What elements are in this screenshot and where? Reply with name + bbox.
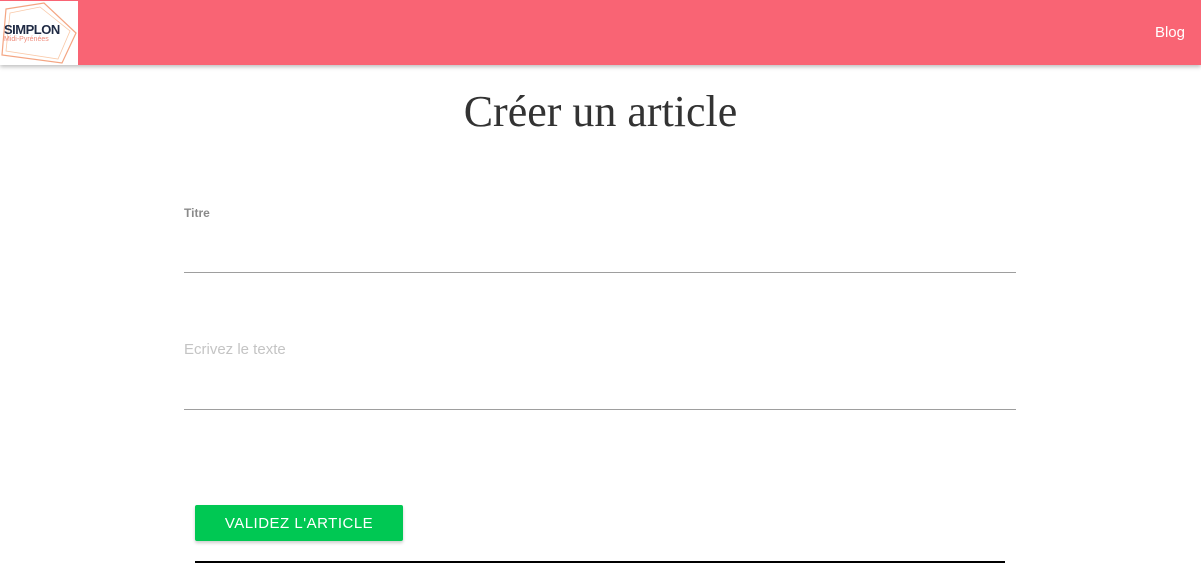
submit-article-button[interactable]: VALIDEZ L'ARTICLE [195, 505, 403, 541]
divider [195, 561, 1005, 563]
logo-text: SIMPLON [4, 22, 60, 37]
article-text-input[interactable] [184, 341, 1016, 410]
title-input[interactable] [184, 236, 1016, 273]
simplon-logo[interactable]: SIMPLON Midi-Pyrénées [0, 1, 78, 65]
top-navbar: SIMPLON Midi-Pyrénées Blog [0, 0, 1201, 65]
title-field-label: Titre [184, 206, 210, 220]
page-title: Créer un article [463, 87, 738, 136]
nav-link-blog[interactable]: Blog [1155, 24, 1185, 41]
logo-subtext: Midi-Pyrénées [4, 36, 49, 43]
